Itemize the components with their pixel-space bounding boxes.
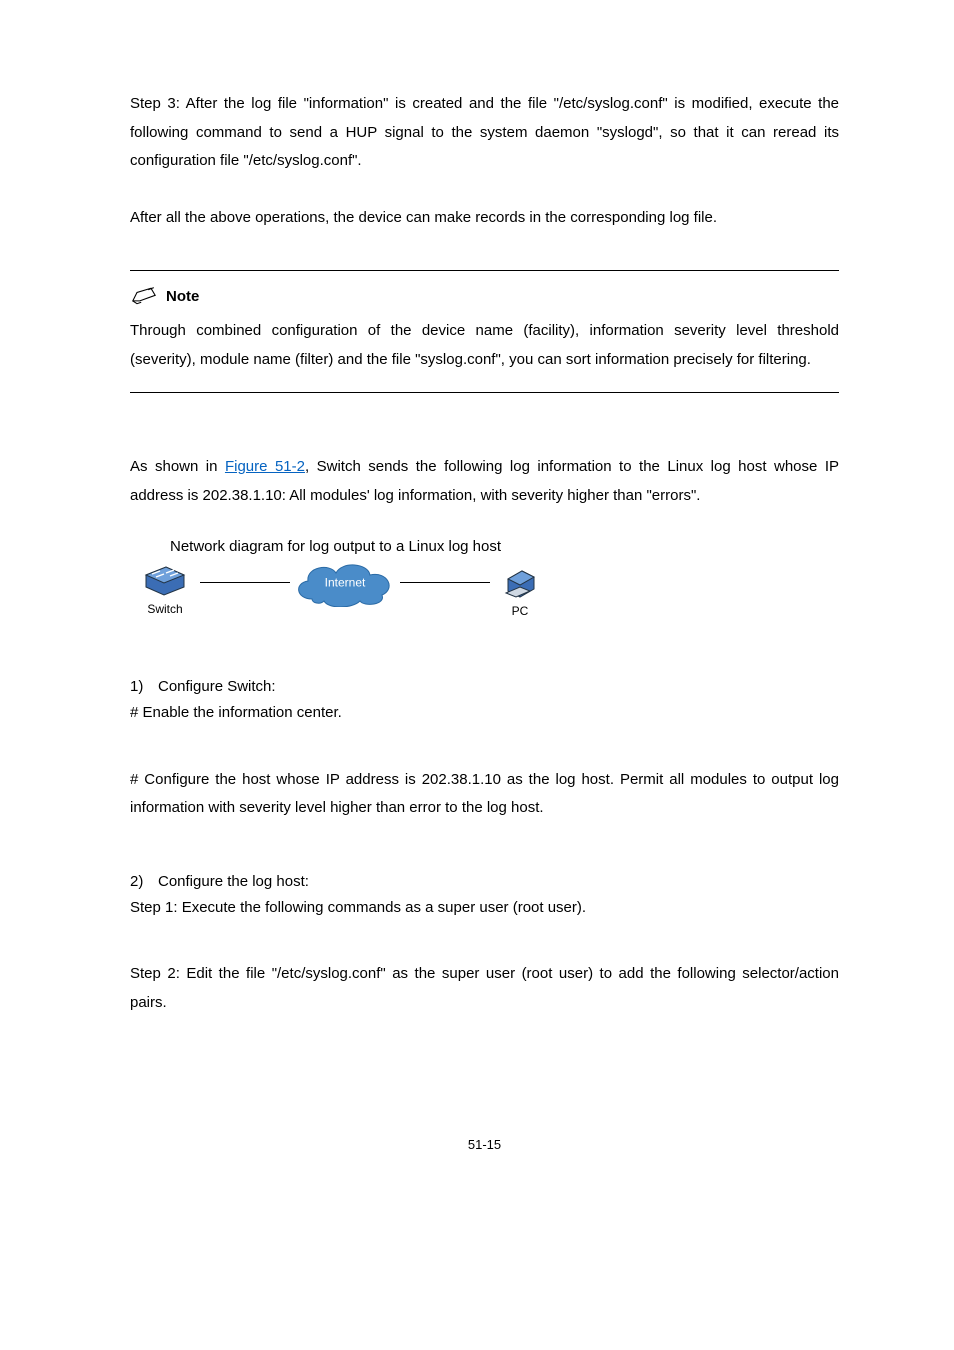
list-number: 2) bbox=[130, 873, 158, 890]
figure-link[interactable]: Figure 51-2 bbox=[225, 458, 305, 475]
cloud-label: Internet bbox=[325, 575, 366, 589]
step-2: 2)Configure the log host: bbox=[130, 873, 839, 890]
paragraph-after-ops: After all the above operations, the devi… bbox=[130, 204, 839, 233]
figure-caption: Network diagram for log output to a Linu… bbox=[170, 538, 839, 555]
paragraph-edit-syslog: Step 2: Edit the file "/etc/syslog.conf"… bbox=[130, 960, 839, 1017]
connector-line bbox=[200, 582, 290, 584]
note-icon bbox=[130, 285, 158, 307]
pc-label: PC bbox=[512, 604, 529, 618]
note-text: Through combined configuration of the de… bbox=[130, 317, 839, 374]
network-diagram: Switch Internet PC bbox=[130, 561, 839, 618]
pc-icon bbox=[500, 561, 540, 604]
step-1: 1)Configure Switch: bbox=[130, 678, 839, 695]
connector-line bbox=[400, 582, 490, 584]
text-prefix: As shown in bbox=[130, 458, 225, 475]
note-box: Note Through combined configuration of t… bbox=[130, 270, 839, 393]
note-title: Note bbox=[166, 288, 199, 305]
list-number: 1) bbox=[130, 678, 158, 695]
paragraph-config-host: # Configure the host whose IP address is… bbox=[130, 766, 839, 823]
page-number: 51-15 bbox=[130, 1137, 839, 1152]
step-1-sub: # Enable the information center. bbox=[130, 699, 839, 728]
switch-icon bbox=[142, 563, 188, 602]
paragraph-step3: Step 3: After the log file "information"… bbox=[130, 90, 839, 176]
step-2-sub: Step 1: Execute the following commands a… bbox=[130, 894, 839, 923]
paragraph-network-req: As shown in Figure 51-2, Switch sends th… bbox=[130, 453, 839, 510]
list-text: Configure Switch: bbox=[158, 678, 276, 695]
switch-label: Switch bbox=[147, 602, 182, 616]
internet-cloud: Internet bbox=[290, 559, 400, 607]
list-text: Configure the log host: bbox=[158, 873, 309, 890]
